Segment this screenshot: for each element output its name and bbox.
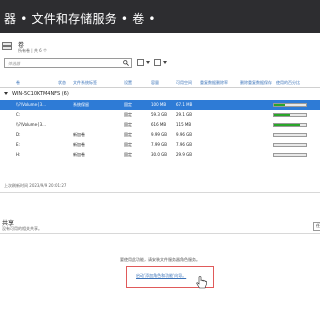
usage-bar bbox=[273, 113, 307, 117]
column-header-used-percent[interactable]: 使用的百分比 bbox=[276, 80, 300, 86]
view-options-dropdown[interactable] bbox=[137, 59, 151, 67]
cell-free: 7.96 GB bbox=[176, 142, 193, 147]
column-header-setting[interactable]: 设置 bbox=[124, 80, 132, 86]
filter-input[interactable]: 筛选器 bbox=[4, 58, 132, 68]
cell-setting: 固定 bbox=[124, 102, 132, 107]
usage-bar bbox=[273, 103, 307, 107]
divider bbox=[0, 192, 320, 193]
cell-capacity: 9.99 GB bbox=[151, 132, 168, 137]
usage-bar bbox=[273, 133, 307, 137]
shares-empty-message: 要使用此功能，请安装文件服务器角色服务。 bbox=[120, 257, 200, 262]
cell-setting: 固定 bbox=[124, 122, 132, 127]
cell-label: 新加卷 bbox=[73, 142, 85, 147]
column-header-volume[interactable]: 卷 bbox=[16, 80, 20, 86]
add-roles-wizard-link[interactable]: 启动'添加角色和功能'向导。 bbox=[136, 273, 186, 279]
search-icon[interactable] bbox=[123, 60, 129, 66]
table-row[interactable]: C: 固定 59.3 GB 29.1 GB bbox=[0, 110, 320, 120]
cell-free: 67.1 MB bbox=[176, 102, 193, 107]
server-group-label: WIN-5C10KTM4NFS (6) bbox=[12, 91, 69, 97]
cell-setting: 固定 bbox=[124, 142, 132, 147]
table-row[interactable]: D: 新加卷 固定 9.99 GB 9.96 GB bbox=[0, 130, 320, 140]
cell-label: 系统保留 bbox=[73, 102, 89, 107]
column-header-label[interactable]: 文件系统标签 bbox=[73, 80, 97, 86]
usage-bar bbox=[273, 123, 307, 127]
shares-tasks-button[interactable]: 任 bbox=[313, 222, 320, 231]
column-header-free[interactable]: 可用空间 bbox=[176, 80, 192, 86]
usage-bar-fill bbox=[274, 104, 285, 106]
table-row[interactable]: \\?\Volume{3... 固定 616 MB 115 MB bbox=[0, 120, 320, 130]
volumes-toolbar: 筛选器 bbox=[0, 58, 320, 70]
cell-capacity: 59.3 GB bbox=[151, 112, 168, 117]
cell-volume: H: bbox=[16, 152, 21, 157]
cell-volume: E: bbox=[16, 142, 20, 147]
cell-volume: \\?\Volume{3... bbox=[16, 122, 46, 127]
cell-setting: 固定 bbox=[124, 132, 132, 137]
usage-bar-fill bbox=[274, 114, 291, 116]
column-header-dedup-rate[interactable]: 重复数据删除率 bbox=[200, 80, 228, 86]
collapse-triangle-icon[interactable] bbox=[4, 92, 8, 95]
cell-free: 29.1 GB bbox=[176, 112, 193, 117]
cell-setting: 固定 bbox=[124, 152, 132, 157]
usage-bar bbox=[273, 153, 307, 157]
usage-bar-fill bbox=[274, 124, 300, 126]
table-row[interactable]: H: 新加卷 固定 30.0 GB 29.9 GB bbox=[0, 150, 320, 160]
hand-cursor-icon bbox=[196, 276, 207, 289]
cell-capacity: 100 MB bbox=[151, 102, 167, 107]
cell-capacity: 7.99 GB bbox=[151, 142, 168, 147]
volumes-header: 卷 所有卷 | 共 6 个 bbox=[0, 40, 320, 56]
column-header-row: 卷 状态 文件系统标签 设置 容量 可用空间 重复数据删除率 删除重复数据保存 … bbox=[0, 78, 320, 88]
cell-label: 新加卷 bbox=[73, 132, 85, 137]
breadcrumb-title: 器 • 文件和存储服务 • 卷 • bbox=[4, 12, 156, 26]
window-titlebar: 器 • 文件和存储服务 • 卷 • bbox=[0, 0, 320, 33]
group-options-icon bbox=[154, 59, 161, 66]
column-header-capacity[interactable]: 容量 bbox=[151, 80, 159, 86]
cell-capacity: 30.0 GB bbox=[151, 152, 168, 157]
cell-setting: 固定 bbox=[124, 112, 132, 117]
divider bbox=[0, 233, 320, 234]
cell-volume: C: bbox=[16, 112, 21, 117]
column-header-status[interactable]: 状态 bbox=[58, 80, 66, 86]
cell-free: 115 MB bbox=[176, 122, 192, 127]
column-header-dedup-saved[interactable]: 删除重复数据保存 bbox=[240, 80, 272, 86]
volumes-subtitle: 所有卷 | 共 6 个 bbox=[18, 48, 47, 53]
usage-bar bbox=[273, 143, 307, 147]
volume-icon bbox=[2, 42, 12, 50]
server-group-header[interactable]: WIN-5C10KTM4NFS (6) bbox=[4, 91, 69, 99]
last-refresh-text: 上次刷新时间 2023/9/9 20:01:27 bbox=[4, 183, 67, 188]
cell-free: 29.9 GB bbox=[176, 152, 193, 157]
cell-label: 新加卷 bbox=[73, 152, 85, 157]
shares-subtitle: 没有可用的相关共享。 bbox=[2, 226, 42, 231]
chevron-down-icon bbox=[146, 61, 150, 64]
cell-volume: D: bbox=[16, 132, 21, 137]
view-options-icon bbox=[137, 59, 144, 66]
cell-capacity: 616 MB bbox=[151, 122, 167, 127]
table-row[interactable]: E: 新加卷 固定 7.99 GB 7.96 GB bbox=[0, 140, 320, 150]
cell-free: 9.96 GB bbox=[176, 132, 193, 137]
filter-placeholder: 筛选器 bbox=[8, 61, 20, 66]
group-options-dropdown[interactable] bbox=[154, 59, 168, 67]
table-row[interactable]: \\?\Volume{3... 系统保留 固定 100 MB 67.1 MB bbox=[0, 100, 320, 110]
chevron-down-icon bbox=[163, 61, 167, 64]
cell-volume: \\?\Volume{3... bbox=[16, 102, 46, 107]
